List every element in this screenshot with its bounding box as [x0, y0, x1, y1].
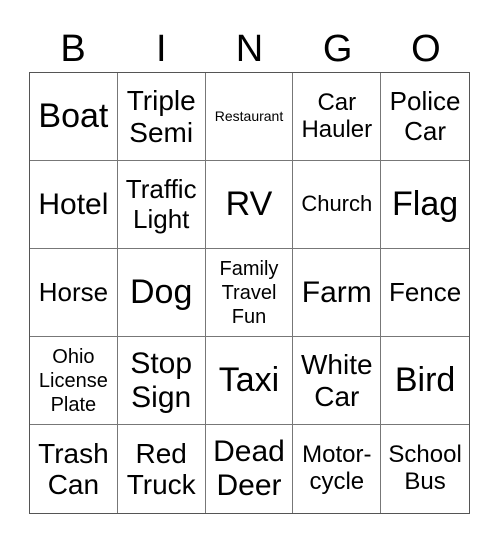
bingo-cell[interactable]: Taxi	[205, 337, 294, 425]
bingo-cell[interactable]: Dog	[117, 249, 206, 337]
bingo-cell-free[interactable]: Family Travel Fun	[205, 249, 294, 337]
bingo-cell[interactable]: Flag	[381, 161, 469, 249]
bingo-cell[interactable]: Car Hauler	[293, 73, 382, 161]
bingo-grid: Boat Triple Semi Restaurant Car Hauler P…	[29, 72, 470, 514]
bingo-cell[interactable]: Dead Deer	[206, 425, 294, 513]
bingo-cell[interactable]: Stop Sign	[117, 337, 206, 425]
bingo-header: B I N G O	[29, 27, 470, 72]
bingo-cell[interactable]: Fence	[381, 249, 469, 337]
header-letter-o: O	[411, 28, 441, 70]
bingo-cell[interactable]: Boat	[30, 73, 118, 161]
bingo-cell[interactable]: Triple Semi	[117, 73, 206, 161]
bingo-cell[interactable]: Bird	[381, 337, 469, 425]
bingo-cell[interactable]: School Bus	[381, 425, 469, 513]
bingo-cell[interactable]: Traffic Light	[117, 161, 206, 249]
bingo-cell[interactable]: Police Car	[381, 73, 469, 161]
bingo-cell[interactable]: Trash Can	[30, 425, 118, 513]
header-letter-g: G	[322, 28, 353, 70]
bingo-cell[interactable]: Red Truck	[118, 425, 206, 513]
bingo-cell[interactable]: Hotel	[30, 161, 118, 249]
header-letter-n: N	[235, 28, 264, 70]
bingo-cell[interactable]: Church	[293, 161, 382, 249]
bingo-cell[interactable]: White Car	[293, 337, 382, 425]
bingo-cell[interactable]: Ohio License Plate	[30, 337, 118, 425]
header-letter-i: I	[156, 28, 167, 70]
bingo-cell[interactable]: Restaurant	[205, 73, 294, 161]
header-letter-b: B	[60, 28, 86, 70]
bingo-cell[interactable]: RV	[205, 161, 294, 249]
bingo-cell[interactable]: Motor- cycle	[293, 425, 382, 513]
bingo-cell[interactable]: Farm	[293, 249, 382, 337]
bingo-cell[interactable]: Horse	[30, 249, 118, 337]
